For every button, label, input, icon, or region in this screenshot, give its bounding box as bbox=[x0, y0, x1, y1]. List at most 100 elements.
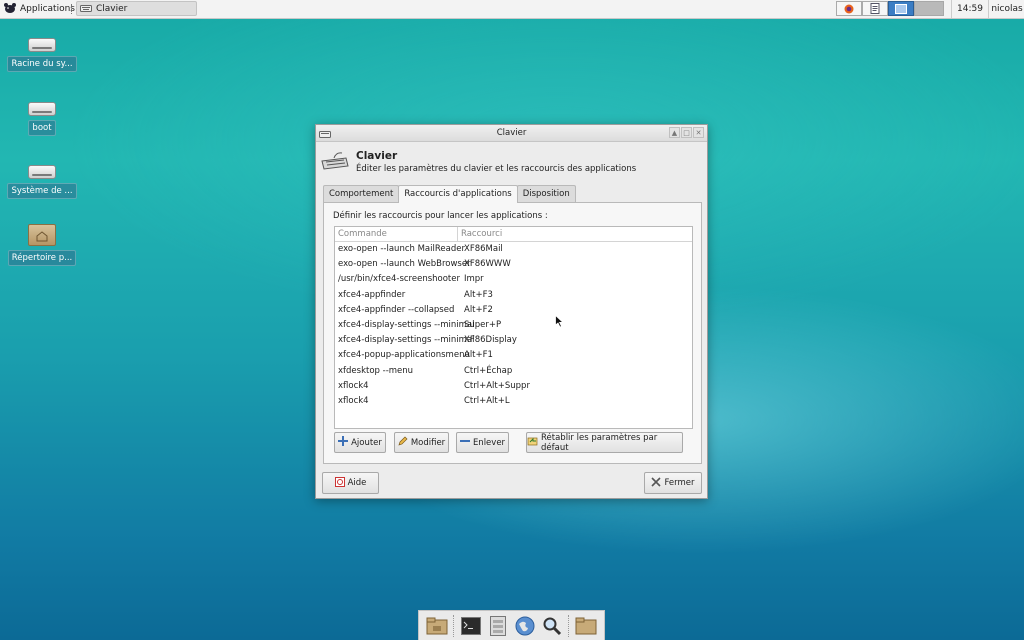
drive-icon bbox=[28, 38, 56, 52]
tab-disposition[interactable]: Disposition bbox=[516, 185, 576, 202]
reset-defaults-button[interactable]: Rétablir les paramètres par défaut bbox=[526, 432, 683, 453]
row-shortcut: Alt+F1 bbox=[464, 350, 493, 361]
row-shortcut: Ctrl+Alt+Suppr bbox=[464, 380, 530, 391]
maximize-button[interactable]: □ bbox=[681, 127, 692, 138]
workspace-1-icon[interactable] bbox=[888, 1, 914, 16]
row-shortcut: Ctrl+Alt+L bbox=[464, 395, 510, 406]
desktop-icon-boot[interactable]: boot bbox=[7, 102, 77, 136]
row-command: xfce4-appfinder --collapsed bbox=[338, 304, 455, 315]
dialog-titlebar[interactable]: Clavier ▲ □ ✕ bbox=[316, 125, 707, 142]
desktop-icon-label: Racine du sy... bbox=[7, 56, 77, 72]
taskbar-window-label: Clavier bbox=[96, 3, 128, 14]
tab-panel: Définir les raccourcis pour lancer les a… bbox=[323, 202, 702, 464]
close-button-label: Fermer bbox=[664, 478, 695, 488]
table-row[interactable]: xfce4-display-settings --minimal XF86Disp… bbox=[335, 333, 692, 348]
row-shortcut: Alt+F2 bbox=[464, 304, 493, 315]
row-shortcut: XF86Display bbox=[464, 335, 517, 346]
row-command: exo-open --launch MailReader bbox=[338, 244, 465, 254]
row-command: exo-open --launch WebBrowser bbox=[338, 259, 471, 270]
row-command: xfce4-display-settings --minimal bbox=[338, 319, 475, 330]
table-row[interactable]: exo-open --launch MailReader XF86Mail bbox=[335, 242, 692, 257]
add-button-label: Ajouter bbox=[351, 437, 382, 448]
drive-icon bbox=[28, 102, 56, 116]
desktop-icon-label: Système de ... bbox=[7, 183, 77, 199]
table-row[interactable]: exo-open --launch WebBrowser XF86WWW bbox=[335, 257, 692, 272]
table-row[interactable]: xflock4 Ctrl+Alt+L bbox=[335, 394, 692, 409]
header-subtitle: Éditer les paramètres du clavier et les … bbox=[356, 164, 637, 174]
show-desktop-icon[interactable] bbox=[426, 615, 448, 637]
edit-button-label: Modifier bbox=[410, 437, 446, 448]
keyboard-icon bbox=[80, 3, 92, 15]
row-command: /usr/bin/xfce4-screenshooter bbox=[338, 274, 460, 285]
plus-icon bbox=[338, 436, 349, 449]
shortcuts-table[interactable]: Commande Raccourci exo-open --launch Mai… bbox=[334, 226, 693, 429]
dialog-header: Clavier Éditer les paramètres du clavier… bbox=[320, 149, 636, 174]
clock[interactable]: 14:59 bbox=[951, 0, 988, 18]
row-command: xfce4-display-settings --minimal bbox=[338, 335, 475, 346]
text-editor-icon[interactable] bbox=[862, 1, 888, 16]
user-menu[interactable]: nicolas bbox=[988, 0, 1024, 18]
table-row[interactable]: xfce4-appfinder Alt+F3 bbox=[335, 288, 692, 303]
help-button[interactable]: Aide bbox=[322, 472, 379, 494]
tab-comportement[interactable]: Comportement bbox=[323, 185, 400, 202]
panel-separator bbox=[71, 4, 74, 14]
firefox-icon[interactable] bbox=[836, 1, 862, 16]
row-command: xflock4 bbox=[338, 395, 369, 406]
bottom-dock bbox=[418, 610, 605, 640]
row-shortcut: Super+P bbox=[464, 319, 502, 330]
desktop-icon-label: Répertoire p... bbox=[7, 250, 77, 266]
column-header-command[interactable]: Commande bbox=[335, 227, 458, 241]
top-panel: Applications Clavier 14:59 nicolas bbox=[0, 0, 1024, 19]
table-body: exo-open --launch MailReader XF86Mail exo-… bbox=[335, 242, 692, 409]
add-button[interactable]: Ajouter bbox=[334, 432, 386, 453]
dock-separator bbox=[452, 614, 455, 637]
column-header-shortcut[interactable]: Raccourci bbox=[458, 227, 692, 241]
dock-separator bbox=[568, 614, 570, 637]
row-command: xfce4-popup-applicationsmenu bbox=[338, 350, 470, 361]
home-folder-icon bbox=[28, 224, 56, 246]
file-manager-icon[interactable] bbox=[487, 615, 509, 637]
table-row[interactable]: xflock4 Ctrl+Alt+Suppr bbox=[335, 379, 692, 394]
edit-button[interactable]: Modifier bbox=[394, 432, 449, 453]
close-x-icon bbox=[651, 476, 662, 490]
remove-button[interactable]: Enlever bbox=[456, 432, 509, 453]
table-row[interactable]: xfce4-appfinder --collapsed Alt+F2 bbox=[335, 303, 692, 318]
workspace-2-icon[interactable] bbox=[914, 1, 944, 16]
folder-icon[interactable] bbox=[575, 615, 597, 637]
shade-button[interactable]: ▲ bbox=[669, 127, 680, 138]
row-shortcut: XF86WWW bbox=[464, 259, 511, 270]
desktop-icon-root[interactable]: Racine du sy... bbox=[7, 38, 77, 72]
keyboard-settings-dialog: Clavier ▲ □ ✕ Clavier Éditer les paramèt… bbox=[315, 124, 708, 499]
help-button-label: Aide bbox=[347, 478, 367, 488]
table-row[interactable]: /usr/bin/xfce4-screenshooter Impr bbox=[335, 272, 692, 287]
close-button[interactable]: Fermer bbox=[644, 472, 702, 494]
minus-icon bbox=[459, 436, 470, 449]
applications-menu-button[interactable]: Applications bbox=[3, 1, 75, 17]
table-row[interactable]: xfce4-popup-applicationsmenu Alt+F1 bbox=[335, 348, 692, 363]
row-command: xflock4 bbox=[338, 380, 369, 391]
taskbar-window-button[interactable]: Clavier bbox=[76, 1, 197, 16]
search-icon[interactable] bbox=[541, 615, 563, 637]
mouse-pointer-icon bbox=[555, 314, 565, 331]
pencil-icon bbox=[398, 436, 408, 449]
system-tray bbox=[836, 1, 944, 17]
dialog-window-title: Clavier bbox=[496, 128, 527, 138]
tab-raccourcis-applications[interactable]: Raccourcis d'applications bbox=[398, 185, 518, 203]
row-command: xfce4-appfinder bbox=[338, 289, 406, 300]
table-row[interactable]: xfdesktop --menu Ctrl+Échap bbox=[335, 364, 692, 379]
drive-icon bbox=[28, 165, 56, 179]
reset-button-label: Rétablir les paramètres par défaut bbox=[541, 432, 658, 453]
terminal-icon[interactable] bbox=[460, 615, 482, 637]
remove-button-label: Enlever bbox=[472, 437, 506, 448]
row-shortcut: Impr bbox=[464, 274, 484, 285]
row-shortcut: XF86Mail bbox=[464, 244, 503, 254]
desktop-icon-label: boot bbox=[28, 120, 56, 136]
desktop-icon-filesystem[interactable]: Système de ... bbox=[7, 165, 77, 199]
web-browser-icon[interactable] bbox=[514, 615, 536, 637]
close-window-button[interactable]: ✕ bbox=[693, 127, 704, 138]
table-header: Commande Raccourci bbox=[335, 227, 692, 242]
table-row[interactable]: xfce4-display-settings --minimal Super+P bbox=[335, 318, 692, 333]
shortcuts-description: Définir les raccourcis pour lancer les a… bbox=[333, 211, 548, 221]
keyboard-icon bbox=[319, 128, 331, 144]
desktop-icon-home[interactable]: Répertoire p... bbox=[7, 224, 77, 266]
